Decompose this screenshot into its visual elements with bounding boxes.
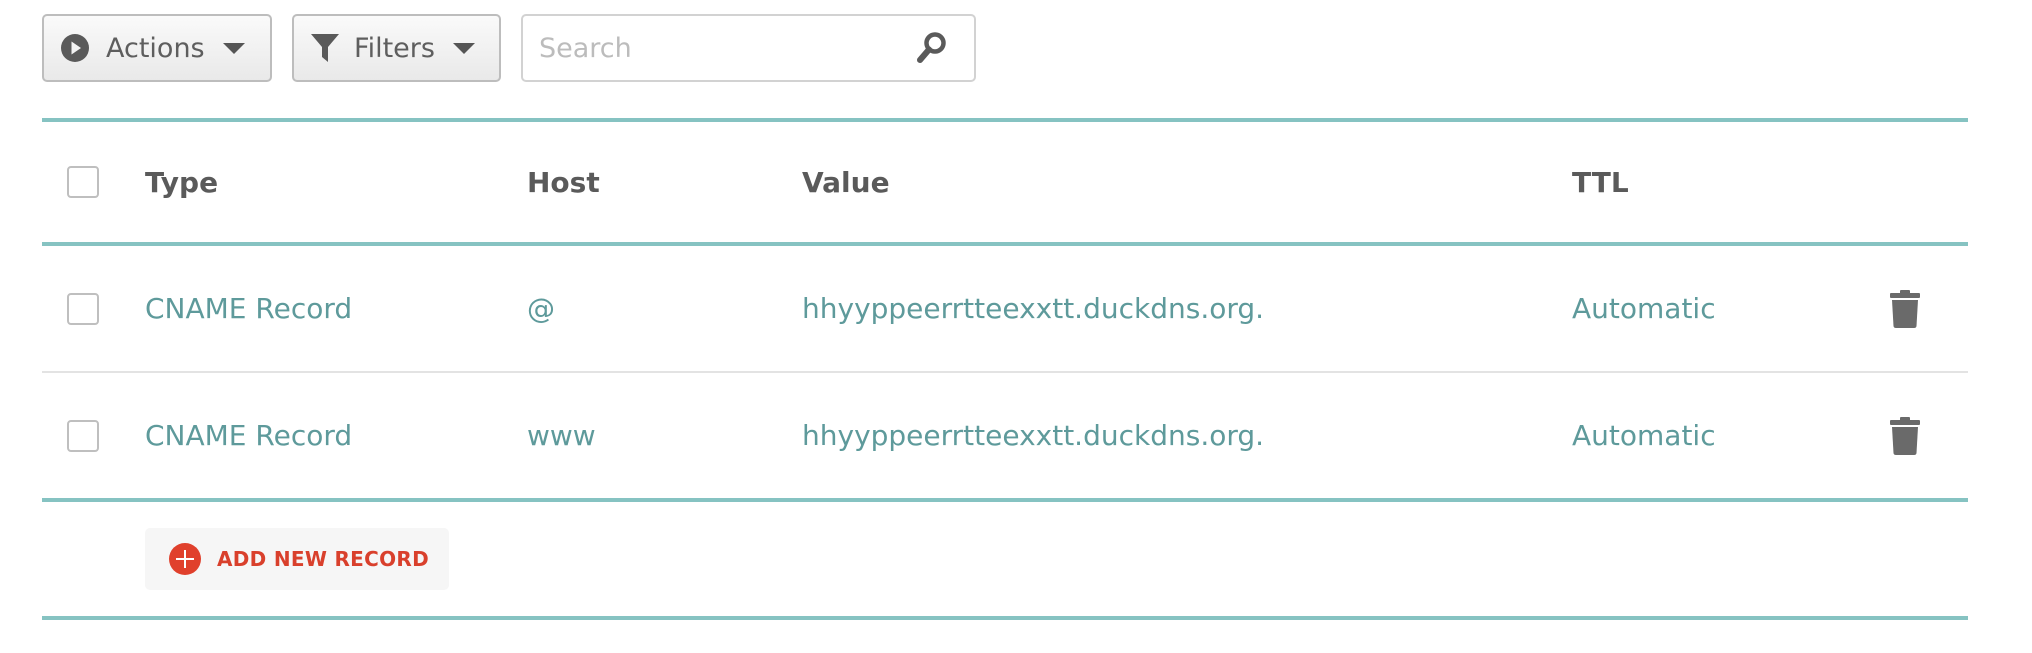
record-value[interactable]: hhyyppeerrtteexxtt.duckdns.org. [802, 373, 1264, 498]
column-header-value[interactable]: Value [802, 122, 890, 242]
delete-record-cell [1890, 373, 1920, 498]
record-host[interactable]: @ [527, 246, 555, 371]
play-circle-icon [60, 33, 90, 63]
table-row: CNAME Record @ hhyyppeerrtteexxtt.duckdn… [42, 246, 1968, 371]
trash-icon[interactable] [1890, 416, 1920, 455]
row-select-cell [67, 373, 99, 498]
record-host[interactable]: www [527, 373, 596, 498]
record-ttl[interactable]: Automatic [1572, 373, 1716, 498]
column-header-ttl[interactable]: TTL [1572, 122, 1629, 242]
chevron-down-icon [452, 42, 475, 54]
table-bottom-divider [42, 616, 1968, 620]
row-select-cell [67, 246, 99, 371]
search-input[interactable] [539, 32, 916, 64]
toolbar: Actions Filters [42, 14, 976, 82]
dns-records-table: Type Host Value TTL CNAME Record @ hhyyp… [42, 118, 1968, 620]
record-value[interactable]: hhyyppeerrtteexxtt.duckdns.org. [802, 246, 1264, 371]
search-box [521, 14, 976, 82]
column-header-host[interactable]: Host [527, 122, 600, 242]
table-row: CNAME Record www hhyyppeerrtteexxtt.duck… [42, 373, 1968, 498]
chevron-down-icon [222, 42, 245, 54]
filters-label: Filters [354, 32, 435, 64]
trash-icon[interactable] [1890, 289, 1920, 328]
record-ttl[interactable]: Automatic [1572, 246, 1716, 371]
record-type[interactable]: CNAME Record [145, 373, 352, 498]
row-checkbox[interactable] [67, 292, 99, 325]
plus-circle-icon [169, 543, 201, 575]
filters-dropdown-button[interactable]: Filters [292, 14, 501, 82]
add-record-row: ADD NEW RECORD [42, 502, 1968, 616]
select-all-cell [67, 122, 99, 242]
column-header-type[interactable]: Type [145, 122, 218, 242]
row-checkbox[interactable] [67, 419, 99, 452]
funnel-icon [310, 32, 340, 64]
add-new-record-label: ADD NEW RECORD [217, 547, 430, 571]
search-icon[interactable] [916, 31, 948, 65]
table-header-row: Type Host Value TTL [42, 122, 1968, 242]
select-all-checkbox[interactable] [67, 166, 99, 198]
actions-label: Actions [106, 32, 205, 64]
add-new-record-button[interactable]: ADD NEW RECORD [145, 528, 450, 590]
delete-record-cell [1890, 246, 1920, 371]
actions-dropdown-button[interactable]: Actions [42, 14, 272, 82]
record-type[interactable]: CNAME Record [145, 246, 352, 371]
